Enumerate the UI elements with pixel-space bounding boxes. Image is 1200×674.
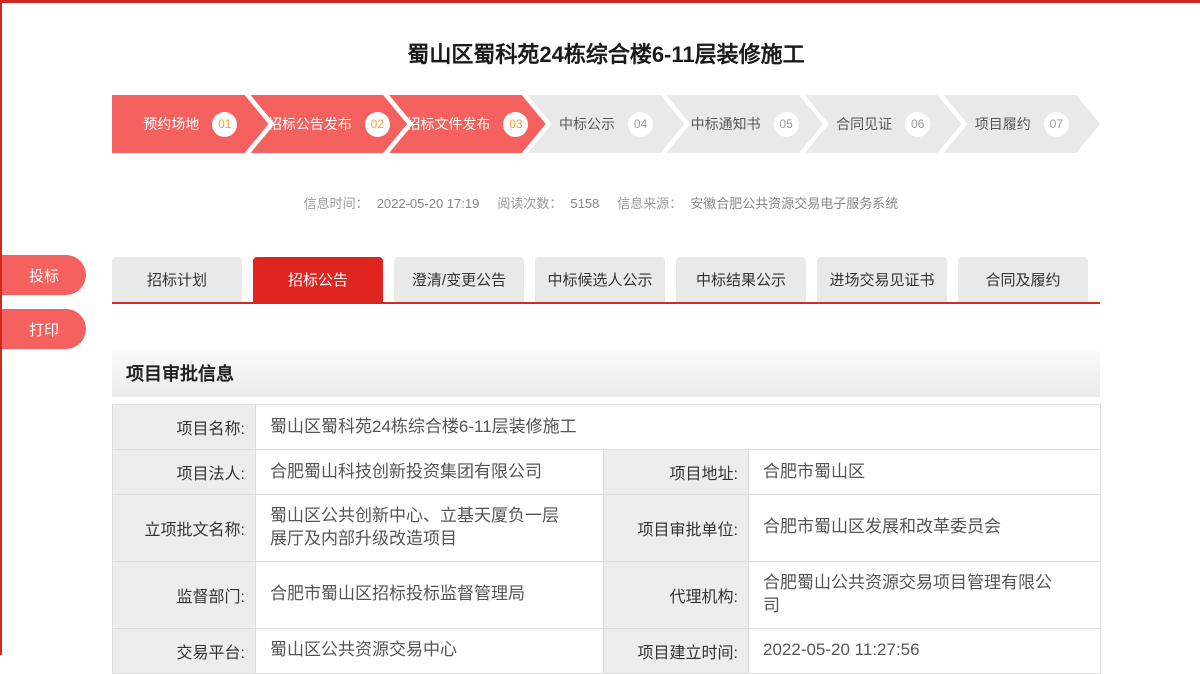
field-value-project-name: 蜀山区蜀科苑24栋综合楼6-11层装修施工 <box>256 405 1101 450</box>
tab-winning-candidate[interactable]: 中标候选人公示 <box>535 257 665 302</box>
step-label: 中标公示 <box>559 114 615 134</box>
step-number-badge: 01 <box>212 112 237 137</box>
field-label-project-name: 项目名称: <box>113 405 256 450</box>
page-title: 蜀山区蜀科苑24栋综合楼6-11层装修施工 <box>112 37 1100 69</box>
field-value-approval-unit: 合肥市蜀山区发展和改革委员会 <box>749 495 1101 562</box>
step-label: 项目履约 <box>975 114 1031 134</box>
info-time-value: 2022-05-20 17:19 <box>377 196 480 211</box>
info-time-label: 信息时间： <box>304 196 369 211</box>
print-button[interactable]: 打印 <box>2 309 86 349</box>
progress-step-7: 项目履约 07 <box>943 95 1100 153</box>
field-value-legal-person: 合肥蜀山科技创新投资集团有限公司 <box>256 450 604 495</box>
progress-bar: 预约场地 01 招标公告发布 02 招标文件发布 03 中标公示 04 中标通知… <box>112 95 1100 153</box>
table-row: 项目名称: 蜀山区蜀科苑24栋综合楼6-11层装修施工 <box>113 405 1101 450</box>
field-value-agency: 合肥蜀山公共资源交易项目管理有限公司 <box>749 561 1101 628</box>
step-number-badge: 05 <box>774 112 799 137</box>
progress-step-5: 中标通知书 05 <box>666 95 823 153</box>
field-label-agency: 代理机构: <box>604 561 749 628</box>
field-label-project-create-time: 项目建立时间: <box>604 628 749 673</box>
project-approval-table: 项目名称: 蜀山区蜀科苑24栋综合楼6-11层装修施工 项目法人: 合肥蜀山科技… <box>112 404 1101 674</box>
step-label: 招标文件发布 <box>406 114 490 134</box>
main-content: 蜀山区蜀科苑24栋综合楼6-11层装修施工 预约场地 01 招标公告发布 02 … <box>112 37 1100 674</box>
read-count-value: 5158 <box>570 196 599 211</box>
tab-winning-result[interactable]: 中标结果公示 <box>676 257 806 302</box>
progress-step-2: 招标公告发布 02 <box>251 95 408 153</box>
field-label-supervision-dept: 监督部门: <box>113 561 256 628</box>
field-value-approval-doc-name: 蜀山区公共创新中心、立基天厦负一层展厅及内部升级改造项目 <box>256 495 604 562</box>
step-number-badge: 06 <box>905 112 930 137</box>
tab-entry-certificate[interactable]: 进场交易见证书 <box>817 257 947 302</box>
field-value-project-address: 合肥市蜀山区 <box>749 450 1101 495</box>
field-label-project-address: 项目地址: <box>604 450 749 495</box>
tab-bid-plan[interactable]: 招标计划 <box>112 257 242 302</box>
progress-step-4: 中标公示 04 <box>528 95 685 153</box>
step-label: 招标公告发布 <box>268 114 352 134</box>
step-number-badge: 07 <box>1044 112 1069 137</box>
field-label-trading-platform: 交易平台: <box>113 628 256 673</box>
tab-bid-announcement[interactable]: 招标公告 <box>253 257 383 302</box>
table-row: 立项批文名称: 蜀山区公共创新中心、立基天厦负一层展厅及内部升级改造项目 项目审… <box>113 495 1101 562</box>
progress-step-1: 预约场地 01 <box>112 95 269 153</box>
field-value-supervision-dept: 合肥市蜀山区招标投标监督管理局 <box>256 561 604 628</box>
table-row: 监督部门: 合肥市蜀山区招标投标监督管理局 代理机构: 合肥蜀山公共资源交易项目… <box>113 561 1101 628</box>
field-label-approval-doc-name: 立项批文名称: <box>113 495 256 562</box>
document-tabs: 招标计划 招标公告 澄清/变更公告 中标候选人公示 中标结果公示 进场交易见证书… <box>112 257 1100 304</box>
info-source-value: 安徽合肥公共资源交易电子服务系统 <box>690 196 898 211</box>
table-row: 交易平台: 蜀山区公共资源交易中心 项目建立时间: 2022-05-20 11:… <box>113 628 1101 673</box>
field-label-approval-unit: 项目审批单位: <box>604 495 749 562</box>
section-title-project-approval: 项目审批信息 <box>112 351 1100 397</box>
progress-step-6: 合同见证 06 <box>805 95 962 153</box>
bid-button[interactable]: 投标 <box>2 255 86 295</box>
step-label: 合同见证 <box>836 114 892 134</box>
info-meta-line: 信息时间： 2022-05-20 17:19 阅读次数： 5158 信息来源： 安徽合肥公… <box>112 193 1100 212</box>
field-value-project-create-time: 2022-05-20 11:27:56 <box>749 628 1101 673</box>
table-row: 项目法人: 合肥蜀山科技创新投资集团有限公司 项目地址: 合肥市蜀山区 <box>113 450 1101 495</box>
field-value-trading-platform: 蜀山区公共资源交易中心 <box>256 628 604 673</box>
step-number-badge: 03 <box>503 112 528 137</box>
field-label-legal-person: 项目法人: <box>113 450 256 495</box>
tab-contract-performance[interactable]: 合同及履约 <box>958 257 1088 302</box>
tab-clarification-change[interactable]: 澄清/变更公告 <box>394 257 524 302</box>
step-label: 中标通知书 <box>691 114 761 134</box>
read-count-label: 阅读次数： <box>497 196 562 211</box>
info-source-label: 信息来源： <box>617 196 682 211</box>
progress-step-3: 招标文件发布 03 <box>389 95 546 153</box>
step-number-badge: 04 <box>628 112 653 137</box>
step-number-badge: 02 <box>365 112 390 137</box>
step-label: 预约场地 <box>143 114 199 134</box>
